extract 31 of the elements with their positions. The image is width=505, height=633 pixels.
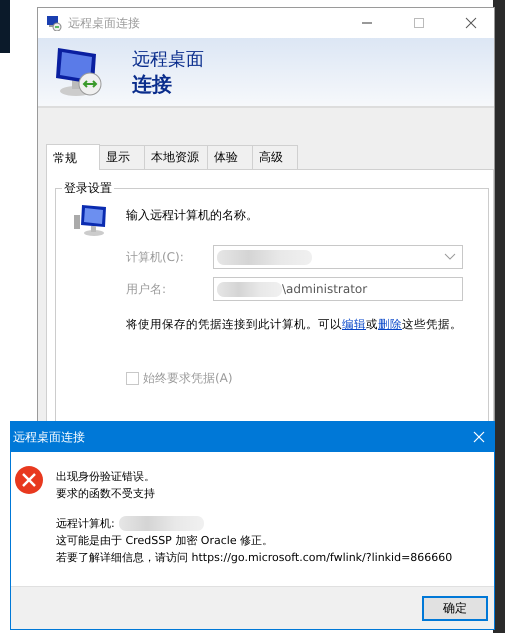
header-title: 远程桌面: [132, 48, 204, 70]
detail-text: 若要了解详细信息，请访问 https://go.microsoft.com/fwlink/?linkid=866660: [56, 550, 452, 566]
credentials-note: 将使用保存的凭据连接到此计算机。可以编辑或删除这些凭据。: [125, 317, 463, 332]
background-window: [0, 0, 10, 53]
monitor-icon: [54, 46, 104, 98]
tab[interactable]: 高级: [252, 145, 298, 169]
username-field[interactable]: \administrator: [213, 277, 463, 301]
close-icon: [473, 431, 485, 443]
blurred-text: [217, 282, 282, 296]
computer-combobox[interactable]: [213, 245, 463, 269]
detail-text: 这可能是由于 CredSSP 加密 Oracle 修正。: [56, 533, 274, 549]
error-message: 出现身份验证错误。: [56, 469, 156, 485]
header-subtitle: 连接: [132, 70, 173, 98]
remote-computer-label: 远程计算机:: [56, 516, 115, 532]
edit-link[interactable]: 编辑: [342, 317, 366, 331]
error-message: 要求的函数不受支持: [56, 486, 156, 502]
monitor-icon: [46, 15, 62, 31]
delete-link[interactable]: 删除: [378, 317, 402, 331]
checkbox-label: 始终要求凭据(A): [143, 370, 233, 387]
field-label: 计算机(C):: [125, 248, 185, 266]
field-label: 用户名:: [125, 280, 168, 298]
prompt-text: 输入远程计算机的名称。: [126, 207, 258, 224]
window-title: 远程桌面连接: [68, 14, 141, 32]
ok-button[interactable]: 确定: [422, 596, 488, 620]
close-icon: [465, 17, 477, 29]
username-value: \administrator: [282, 282, 368, 296]
maximize-icon: [413, 17, 425, 29]
tab[interactable]: 常规: [46, 144, 100, 170]
dialog-title: 远程桌面连接: [13, 428, 86, 446]
chevron-down-icon: [444, 253, 456, 261]
error-icon: [14, 465, 44, 495]
